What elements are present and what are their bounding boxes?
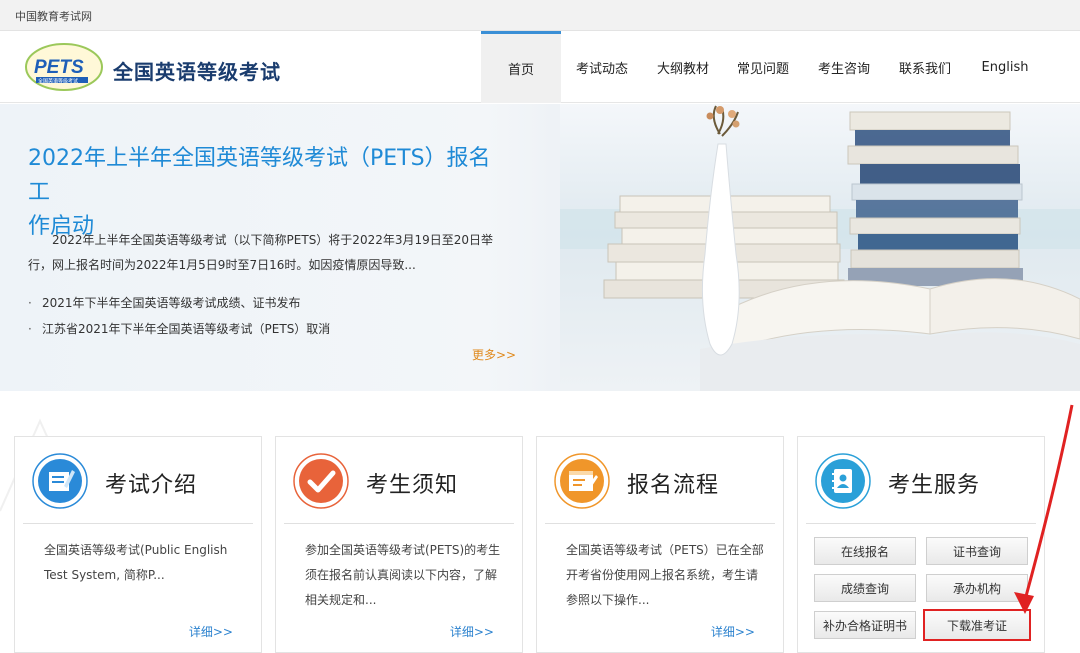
nav-syllabus[interactable]: 大纲教材 xyxy=(648,31,718,103)
details-link[interactable]: 详细>> xyxy=(711,623,755,640)
reissue-certificate-button[interactable]: 补办合格证明书 xyxy=(814,611,916,639)
nav-faq[interactable]: 常见问题 xyxy=(728,31,798,103)
logo-subtext: 全国英语等级考试 xyxy=(38,78,78,85)
hero-link-results[interactable]: · 2021年下半年全国英语等级考试成绩、证书发布 xyxy=(28,294,301,311)
hero-banner: 2022年上半年全国英语等级考试（PETS）报名工 作启动 2022年上半年全国英… xyxy=(0,104,1080,391)
bullet: · xyxy=(28,322,32,336)
online-registration-button[interactable]: 在线报名 xyxy=(814,537,916,565)
divider xyxy=(545,523,775,524)
details-link[interactable]: 详细>> xyxy=(450,623,494,640)
more-news-link[interactable]: 更多>> xyxy=(472,346,516,363)
nav-consult[interactable]: 考生咨询 xyxy=(808,31,880,103)
nav-exam-news[interactable]: 考试动态 xyxy=(566,31,638,103)
nav-english[interactable]: English xyxy=(975,31,1035,103)
card-summary: 全国英语等级考试(Public English Test System, 简称P… xyxy=(44,543,228,582)
site-name-link[interactable]: 中国教育考试网 xyxy=(15,8,92,24)
card-title[interactable]: 考生服务 xyxy=(888,467,980,499)
bullet: · xyxy=(28,296,32,310)
details-link[interactable]: 详细>> xyxy=(189,623,233,640)
card-exam-intro: 考试介绍 全国英语等级考试(Public English Test System… xyxy=(14,436,262,653)
nav-contact[interactable]: 联系我们 xyxy=(890,31,960,103)
books-vase-photo xyxy=(560,104,1080,391)
checkmark-icon xyxy=(293,453,349,509)
divider xyxy=(23,523,253,524)
card-summary: 全国英语等级考试（PETS）已在全部开考省份使用网上报名系统，考生请参照以下操作… xyxy=(566,543,764,607)
pets-logo[interactable]: PETS 全国英语等级考试 xyxy=(24,42,104,92)
form-edit-icon xyxy=(554,453,610,509)
card-registration-process: 报名流程 全国英语等级考试（PETS）已在全部开考省份使用网上报名系统，考生请参… xyxy=(536,436,784,653)
header: PETS 全国英语等级考试 全国英语等级考试 首页 考试动态 大纲教材 常见问题… xyxy=(0,31,1080,103)
card-title[interactable]: 考试介绍 xyxy=(105,467,197,499)
address-book-icon xyxy=(815,453,871,509)
divider xyxy=(284,523,514,524)
hero-link-jiangsu[interactable]: · 江苏省2021年下半年全国英语等级考试（PETS）取消 xyxy=(28,320,330,337)
card-candidate-notice: 考生须知 参加全国英语等级考试(PETS)的考生须在报名前认真阅读以下内容，了解… xyxy=(275,436,523,653)
red-arrow-annotation xyxy=(1014,404,1074,614)
hero-description: 2022年上半年全国英语等级考试（以下简称PETS）将于2022年3月19日至2… xyxy=(28,233,494,272)
card-title[interactable]: 报名流程 xyxy=(627,467,719,499)
card-summary: 参加全国英语等级考试(PETS)的考生须在报名前认真阅读以下内容，了解相关规定和… xyxy=(305,543,501,607)
top-bar: 中国教育考试网 xyxy=(0,0,1080,31)
logo-text: PETS xyxy=(34,57,84,78)
document-edit-icon xyxy=(32,453,88,509)
score-query-button[interactable]: 成绩查询 xyxy=(814,574,916,602)
card-title[interactable]: 考生须知 xyxy=(366,467,458,499)
nav-home[interactable]: 首页 xyxy=(481,31,561,103)
site-title: 全国英语等级考试 xyxy=(113,60,281,84)
